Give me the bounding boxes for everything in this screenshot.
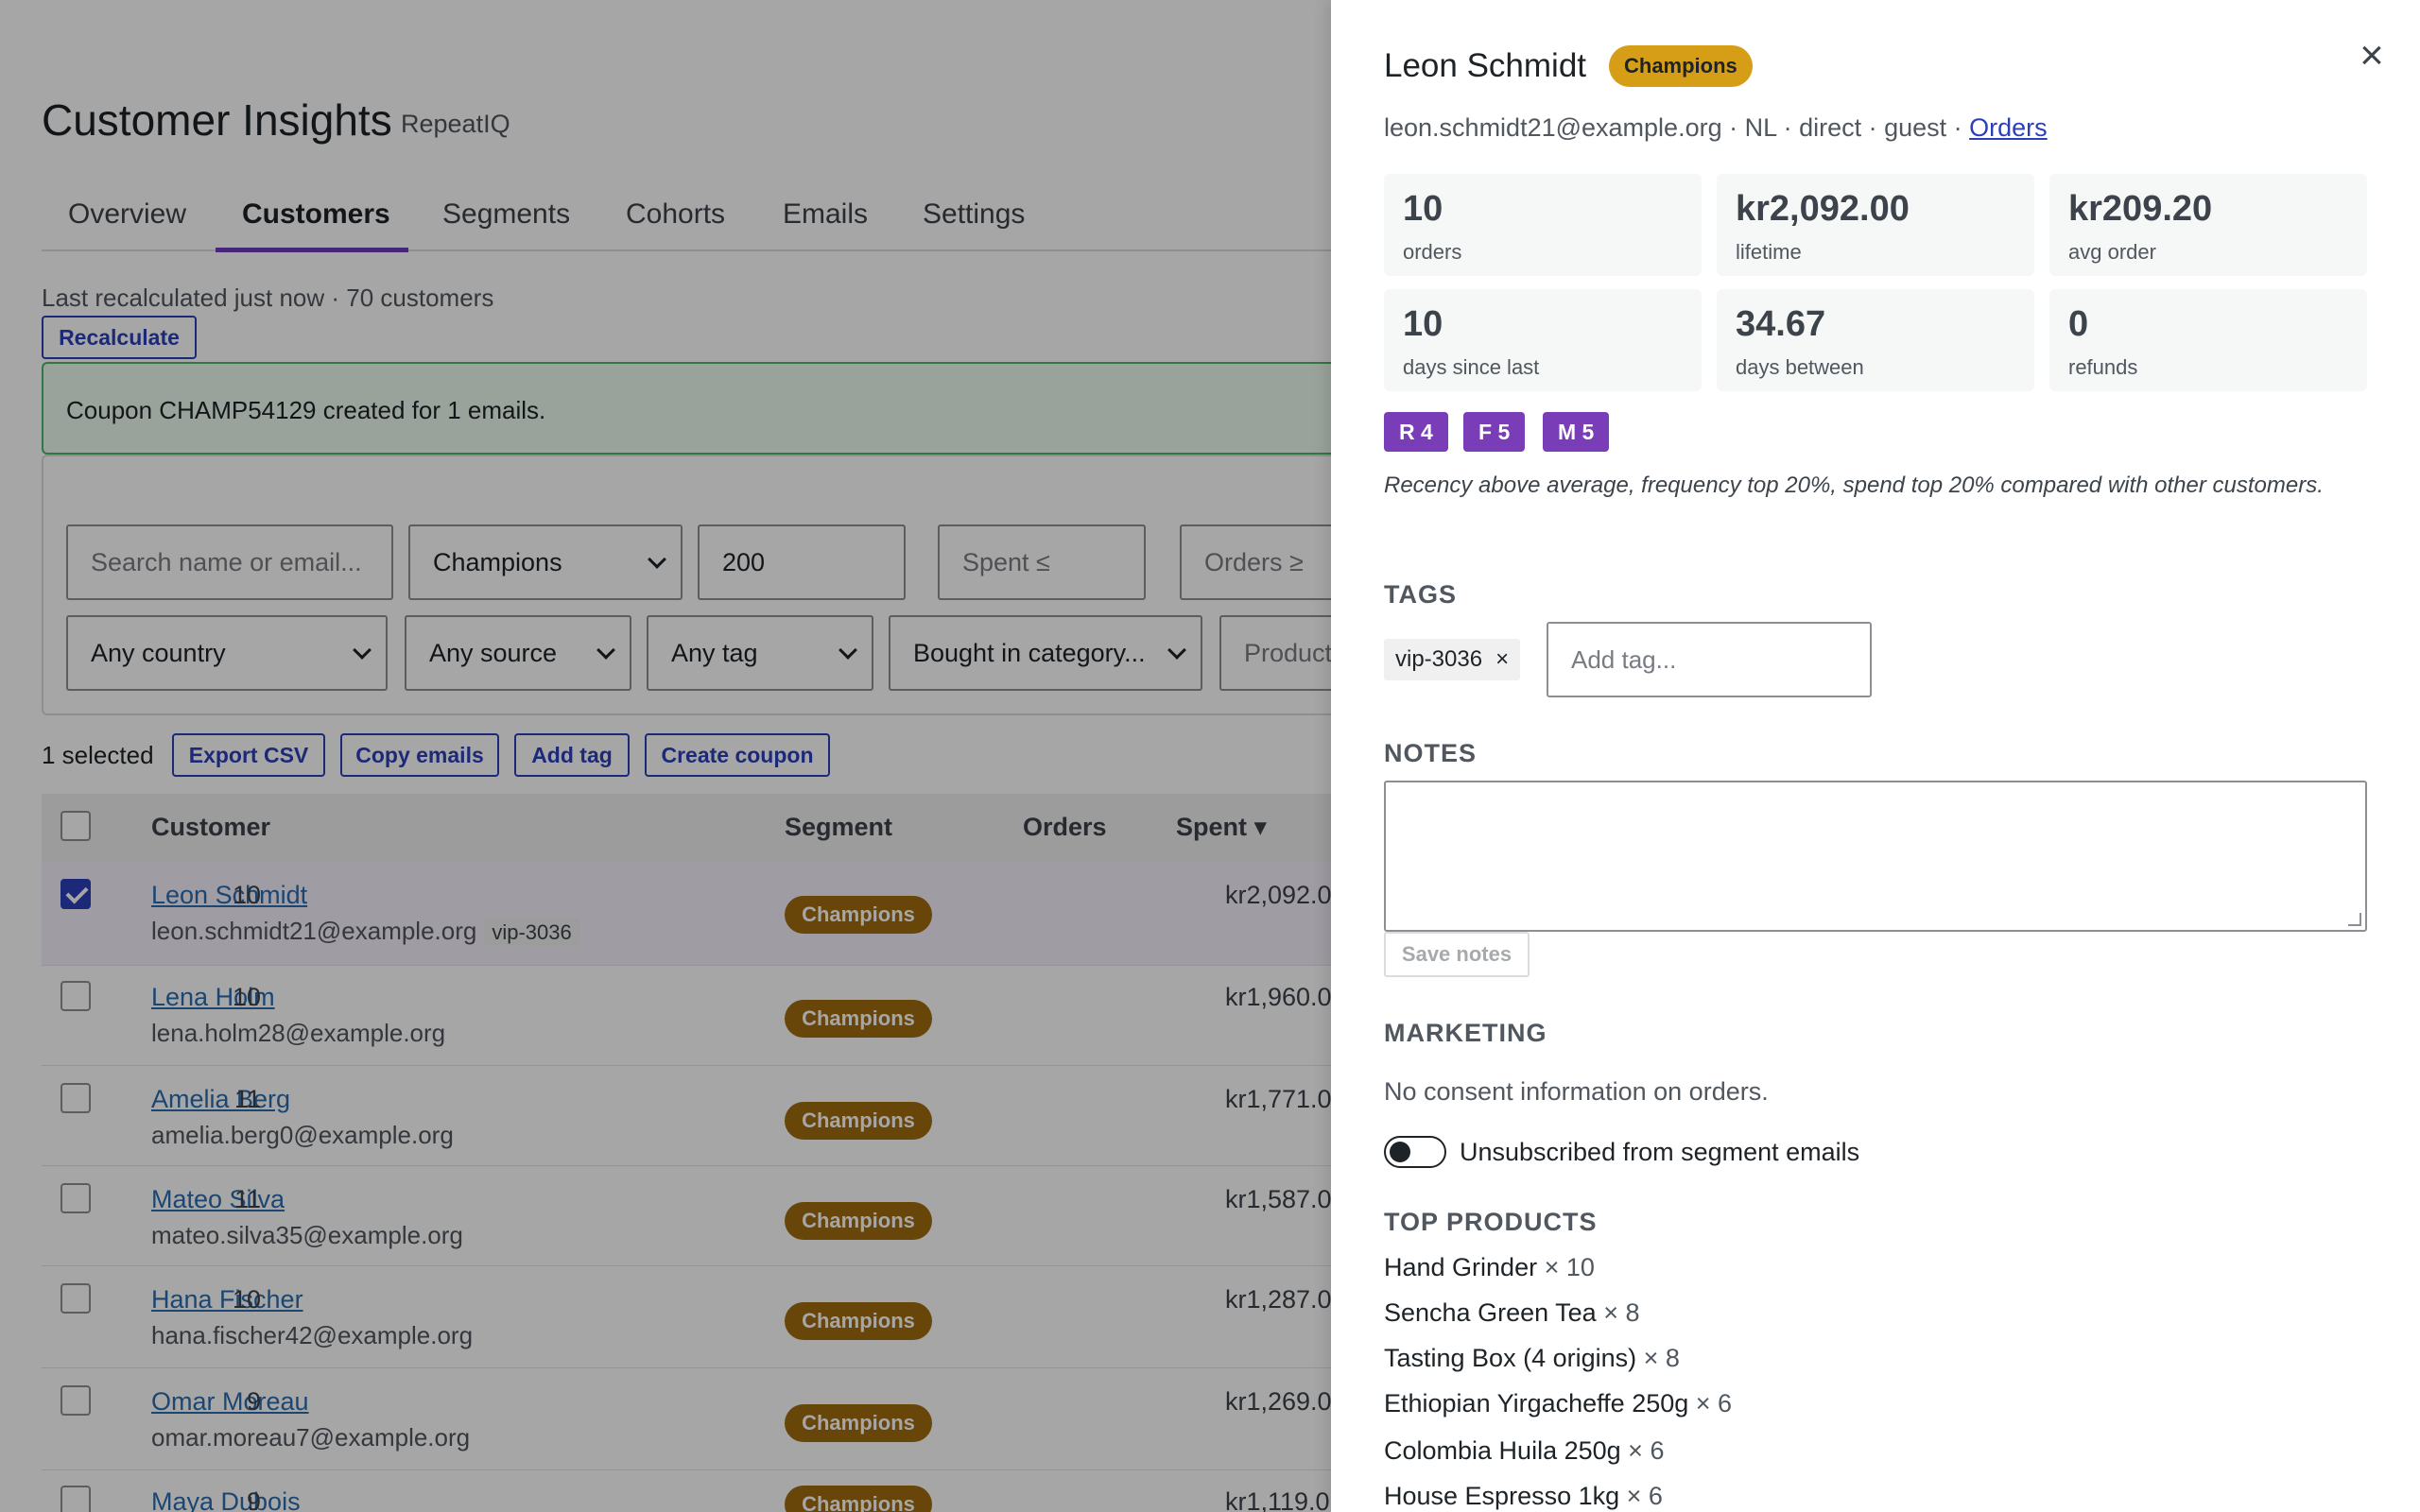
- drawer-segment-badge: Champions: [1609, 45, 1753, 87]
- resize-handle-icon[interactable]: [2348, 913, 2361, 926]
- unsubscribe-label: Unsubscribed from segment emails: [1460, 1138, 1860, 1166]
- product-name: House Espresso 1kg: [1384, 1482, 1620, 1510]
- stat-label: refunds: [2068, 355, 2138, 379]
- toggle-knob: [1390, 1142, 1410, 1162]
- top-product-item: House Espresso 1kg × 6: [1384, 1482, 1663, 1511]
- stat-card-lifetime: kr2,092.00 lifetime: [1717, 174, 2034, 276]
- stat-label: orders: [1403, 240, 1462, 264]
- stat-value: kr2,092.00: [1736, 189, 1910, 229]
- stat-card-days-between: 34.67 days between: [1717, 289, 2034, 391]
- rfm-description: Recency above average, frequency top 20%…: [1384, 472, 2324, 498]
- tag-chip-label: vip-3036: [1395, 646, 1483, 672]
- product-qty: × 6: [1626, 1482, 1663, 1510]
- unsubscribe-toggle[interactable]: [1384, 1136, 1446, 1168]
- product-qty: × 6: [1628, 1436, 1665, 1465]
- add-tag-input[interactable]: Add tag...: [1547, 622, 1872, 697]
- customer-meta: leon.schmidt21@example.org · NL · direct…: [1384, 113, 2048, 143]
- top-product-item: Sencha Green Tea × 8: [1384, 1298, 1639, 1328]
- stat-value: 34.67: [1736, 304, 1826, 344]
- top-product-item: Ethiopian Yirgacheffe 250g × 6: [1384, 1389, 1732, 1418]
- product-qty: × 8: [1643, 1344, 1680, 1372]
- top-products-heading: TOP PRODUCTS: [1384, 1208, 1598, 1236]
- notes-textarea[interactable]: [1384, 781, 2367, 932]
- stat-value: kr209.20: [2068, 189, 2213, 229]
- stat-card-avg-order: kr209.20 avg order: [2049, 174, 2367, 276]
- product-name: Colombia Huila 250g: [1384, 1436, 1621, 1465]
- stat-value: 10: [1403, 189, 1443, 229]
- tag-chip: vip-3036 ×: [1384, 639, 1521, 680]
- top-product-item: Colombia Huila 250g × 6: [1384, 1436, 1664, 1466]
- customer-detail-drawer: Leon Schmidt Champions × leon.schmidt21@…: [1331, 0, 2420, 1512]
- stat-value: 10: [1403, 304, 1443, 344]
- modal-backdrop[interactable]: [0, 0, 1331, 1512]
- save-notes-button[interactable]: Save notes: [1384, 932, 1530, 977]
- product-qty: × 6: [1695, 1389, 1733, 1418]
- product-qty: × 8: [1603, 1298, 1640, 1327]
- product-name: Hand Grinder: [1384, 1253, 1538, 1281]
- stat-label: days since last: [1403, 355, 1540, 379]
- stat-label: lifetime: [1736, 240, 1802, 264]
- stat-value: 0: [2068, 304, 2089, 344]
- marketing-heading: MARKETING: [1384, 1019, 1547, 1047]
- stat-card-orders: 10 orders: [1384, 174, 1702, 276]
- consent-info: No consent information on orders.: [1384, 1077, 1769, 1106]
- rfm-monetary-badge: M 5: [1543, 412, 1610, 452]
- stat-card-refunds: 0 refunds: [2049, 289, 2367, 391]
- stat-card-days-since-last: 10 days since last: [1384, 289, 1702, 391]
- app-root: Customer Insights RepeatIQ Overview Cust…: [0, 0, 2420, 1512]
- top-product-item: Hand Grinder × 10: [1384, 1253, 1595, 1282]
- top-product-item: Tasting Box (4 origins) × 8: [1384, 1344, 1680, 1373]
- drawer-customer-name: Leon Schmidt: [1384, 47, 1587, 84]
- stat-label: days between: [1736, 355, 1864, 379]
- notes-heading: NOTES: [1384, 739, 1478, 767]
- orders-link[interactable]: Orders: [1969, 113, 2048, 142]
- product-name: Sencha Green Tea: [1384, 1298, 1597, 1327]
- product-qty: × 10: [1544, 1253, 1595, 1281]
- product-name: Tasting Box (4 origins): [1384, 1344, 1637, 1372]
- remove-tag-icon[interactable]: ×: [1495, 646, 1509, 673]
- close-icon[interactable]: ×: [2350, 34, 2394, 77]
- customer-meta-text: leon.schmidt21@example.org · NL · direct…: [1384, 113, 1970, 142]
- rfm-frequency-badge: F 5: [1463, 412, 1526, 452]
- stat-label: avg order: [2068, 240, 2156, 264]
- product-name: Ethiopian Yirgacheffe 250g: [1384, 1389, 1689, 1418]
- tags-heading: TAGS: [1384, 580, 1457, 609]
- rfm-recency-badge: R 4: [1384, 412, 1448, 452]
